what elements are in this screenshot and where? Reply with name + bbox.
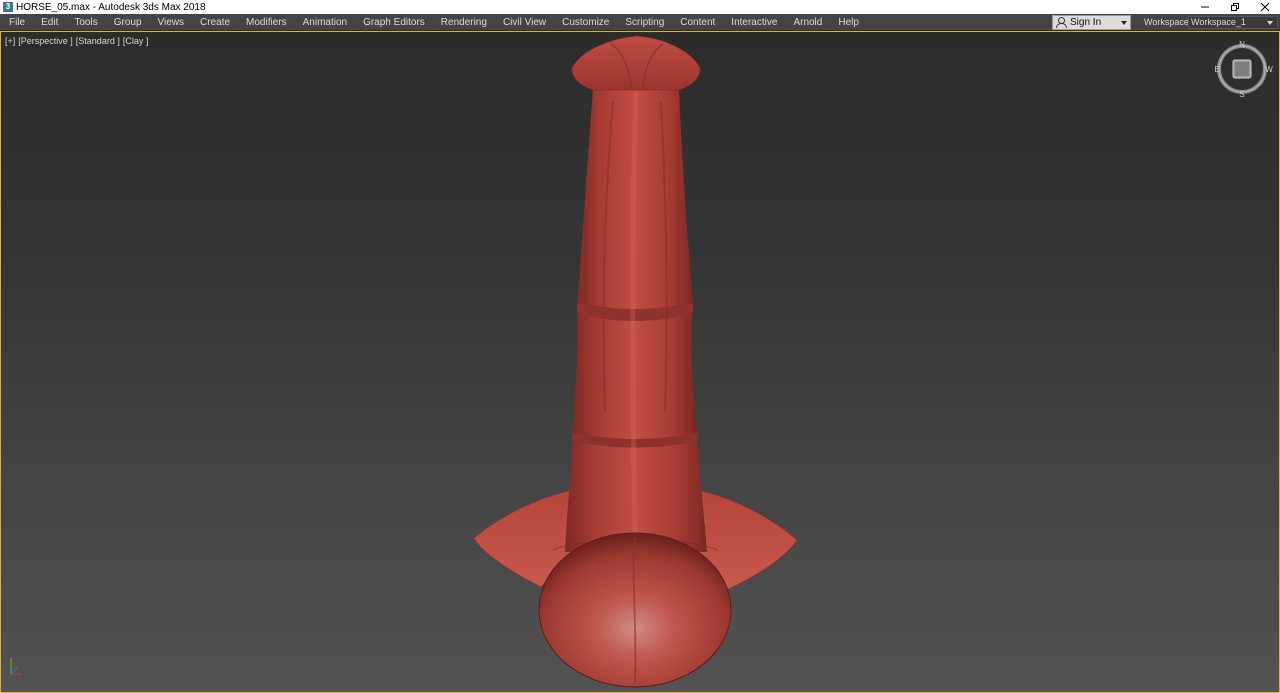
menu-graph-editors[interactable]: Graph Editors bbox=[355, 14, 433, 31]
sculpt-model[interactable] bbox=[1, 32, 1280, 693]
menu-modifiers[interactable]: Modifiers bbox=[238, 14, 295, 31]
minimize-icon bbox=[1201, 6, 1209, 8]
sign-in-dropdown[interactable]: Sign In bbox=[1052, 15, 1131, 30]
menu-rendering[interactable]: Rendering bbox=[433, 14, 495, 31]
close-button[interactable] bbox=[1250, 0, 1280, 14]
glans-head bbox=[571, 35, 701, 91]
app-logo-icon: 3 bbox=[3, 2, 13, 12]
menu-tools[interactable]: Tools bbox=[66, 14, 105, 31]
axis-tripod-icon bbox=[10, 658, 22, 675]
workspace-value: Workspace_1 bbox=[1191, 17, 1246, 27]
restore-button[interactable] bbox=[1220, 0, 1250, 14]
menu-create[interactable]: Create bbox=[192, 14, 238, 31]
close-icon bbox=[1260, 2, 1270, 12]
viewcube[interactable]: N S E W bbox=[1211, 38, 1273, 100]
sign-in-label: Sign In bbox=[1070, 17, 1102, 28]
menu-help[interactable]: Help bbox=[830, 14, 867, 31]
menu-civil-view[interactable]: Civil View bbox=[495, 14, 554, 31]
viewcube-east: E bbox=[1214, 65, 1219, 74]
menu-animation[interactable]: Animation bbox=[295, 14, 355, 31]
menu-scripting[interactable]: Scripting bbox=[617, 14, 672, 31]
window-title: HORSE_05.max - Autodesk 3ds Max 2018 bbox=[16, 1, 206, 13]
viewcube-south: S bbox=[1239, 90, 1244, 99]
menu-content[interactable]: Content bbox=[672, 14, 723, 31]
user-icon bbox=[1056, 17, 1067, 28]
menu-customize[interactable]: Customize bbox=[554, 14, 617, 31]
menu-file[interactable]: File bbox=[0, 14, 33, 31]
viewcube-north: N bbox=[1239, 40, 1245, 49]
menu-interactive[interactable]: Interactive bbox=[723, 14, 785, 31]
menu-views[interactable]: Views bbox=[150, 14, 193, 31]
restore-icon bbox=[1231, 3, 1239, 11]
menu-group[interactable]: Group bbox=[106, 14, 150, 31]
chevron-down-icon bbox=[1121, 21, 1127, 25]
workspace-select[interactable]: Workspace_1 bbox=[1188, 16, 1278, 29]
menu-edit[interactable]: Edit bbox=[33, 14, 66, 31]
menu-arnold[interactable]: Arnold bbox=[785, 14, 830, 31]
chevron-down-icon bbox=[1267, 21, 1273, 25]
minimize-button[interactable] bbox=[1190, 0, 1220, 14]
window-controls bbox=[1190, 0, 1280, 14]
title-bar: 3 HORSE_05.max - Autodesk 3ds Max 2018 bbox=[0, 0, 1280, 14]
viewcube-west: W bbox=[1265, 65, 1273, 74]
perspective-viewport[interactable]: [+] [Perspective ] [Standard ] [Clay ] N… bbox=[0, 31, 1280, 693]
